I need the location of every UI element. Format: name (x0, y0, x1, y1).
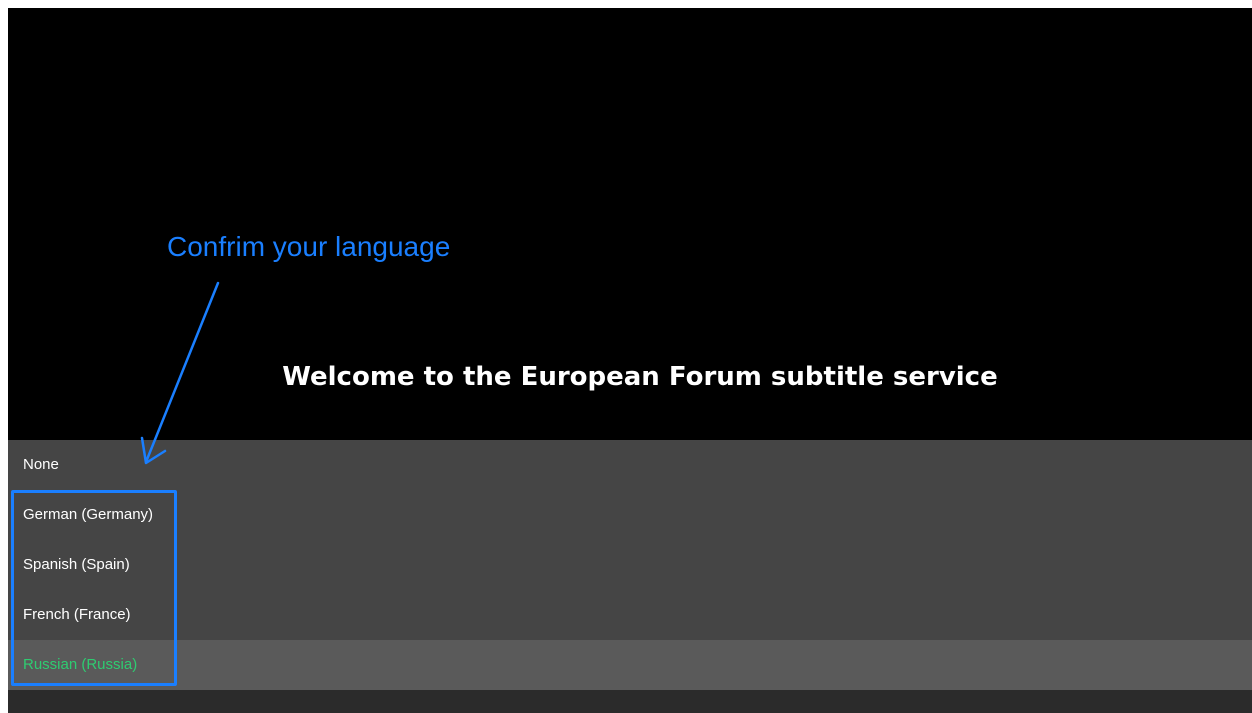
menu-footer (8, 690, 1252, 713)
video-player: Welcome to the European Forum subtitle s… (8, 8, 1252, 713)
welcome-title: Welcome to the European Forum subtitle s… (282, 362, 998, 392)
language-menu: None German (Germany) Spanish (Spain) Fr… (8, 440, 1252, 690)
language-option-russian[interactable]: Russian (Russia) (8, 640, 1252, 690)
annotation-label: Confrim your language (167, 231, 451, 262)
language-option-label: None (23, 456, 59, 473)
language-option-none[interactable]: None (8, 440, 1252, 490)
language-option-french[interactable]: French (France) (8, 590, 1252, 640)
annotation-highlight-box (11, 490, 177, 686)
language-option-spanish[interactable]: Spanish (Spain) (8, 540, 1252, 590)
language-option-german[interactable]: German (Germany) (8, 490, 1252, 540)
